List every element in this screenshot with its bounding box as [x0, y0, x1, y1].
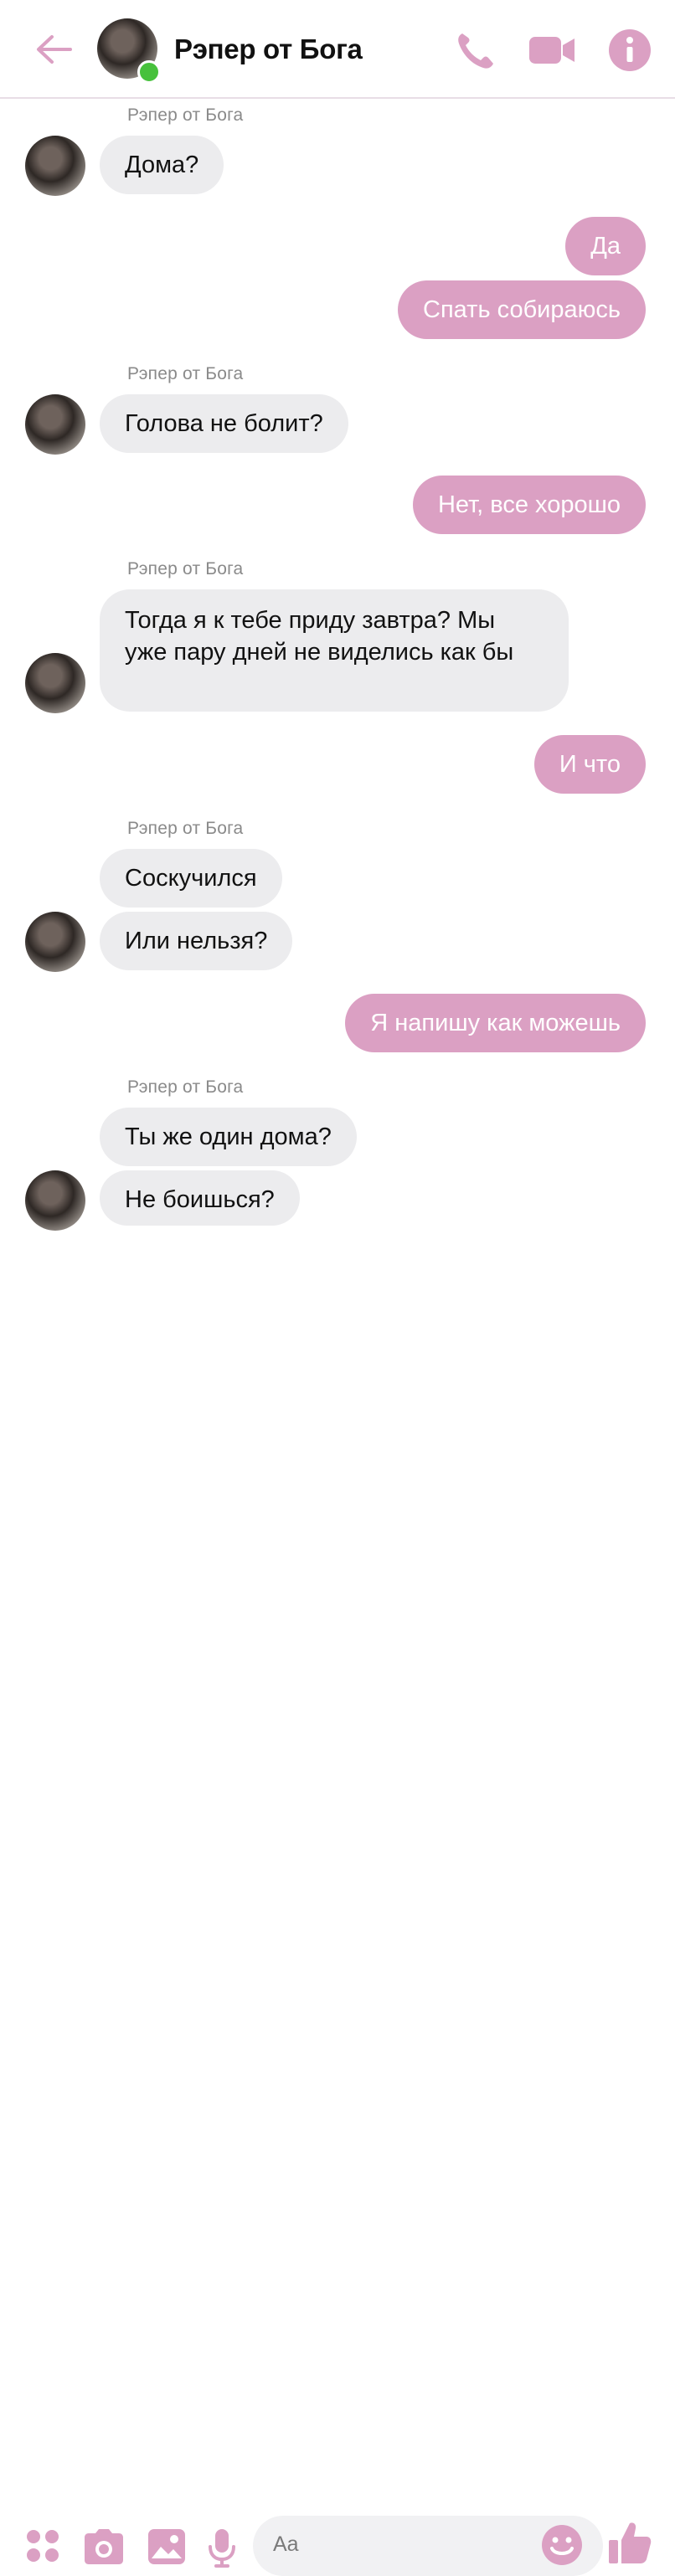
contact-avatar-small[interactable] — [25, 1170, 85, 1231]
image-icon[interactable] — [147, 2528, 186, 2565]
camera-icon[interactable] — [84, 2528, 124, 2565]
outgoing-message[interactable]: И что — [533, 735, 646, 794]
outgoing-message[interactable]: Да — [565, 217, 646, 275]
incoming-message[interactable]: Ты же один дома? — [100, 1108, 357, 1166]
sender-name: Рэпер от Бога — [127, 1077, 244, 1097]
online-status-indicator — [137, 60, 161, 84]
contact-avatar-small[interactable] — [25, 653, 85, 713]
four-dots-icon[interactable] — [25, 2528, 60, 2563]
incoming-message[interactable]: Голова не болит? — [100, 394, 348, 453]
phone-icon[interactable] — [454, 28, 497, 72]
outgoing-message[interactable]: Я напишу как можешь — [345, 994, 646, 1052]
incoming-message[interactable]: Тогда я к тебе приду завтра? Мы уже пару… — [100, 589, 569, 712]
sender-name: Рэпер от Бога — [127, 105, 244, 125]
contact-avatar-small[interactable] — [25, 912, 85, 972]
thumbs-up-icon[interactable] — [608, 2520, 652, 2565]
outgoing-message[interactable]: Нет, все хорошо — [412, 476, 646, 534]
info-icon[interactable] — [608, 28, 652, 72]
outgoing-message[interactable]: Спать собираюсь — [398, 280, 646, 339]
sender-name: Рэпер от Бога — [127, 364, 244, 383]
incoming-message[interactable]: Или нельзя? — [100, 912, 293, 970]
sender-name: Рэпер от Бога — [127, 559, 244, 578]
sender-name: Рэпер от Бога — [127, 819, 244, 838]
contact-avatar-small[interactable] — [25, 394, 85, 455]
message-input-placeholder: Aa — [273, 2532, 299, 2556]
contact-avatar-small[interactable] — [25, 136, 85, 196]
message-composer: Aa — [0, 1256, 675, 2576]
conversation-header: Рэпер от Бога — [0, 0, 675, 99]
incoming-message[interactable]: Не боишься? — [100, 1170, 300, 1226]
smiley-icon[interactable] — [541, 2524, 583, 2566]
contact-name[interactable]: Рэпер от Бога — [174, 33, 363, 65]
microphone-icon[interactable] — [208, 2528, 236, 2568]
back-arrow-icon[interactable] — [33, 30, 74, 69]
incoming-message[interactable]: Соскучился — [100, 849, 282, 908]
incoming-message[interactable]: Дома? — [100, 136, 224, 194]
video-camera-icon[interactable] — [528, 28, 576, 72]
